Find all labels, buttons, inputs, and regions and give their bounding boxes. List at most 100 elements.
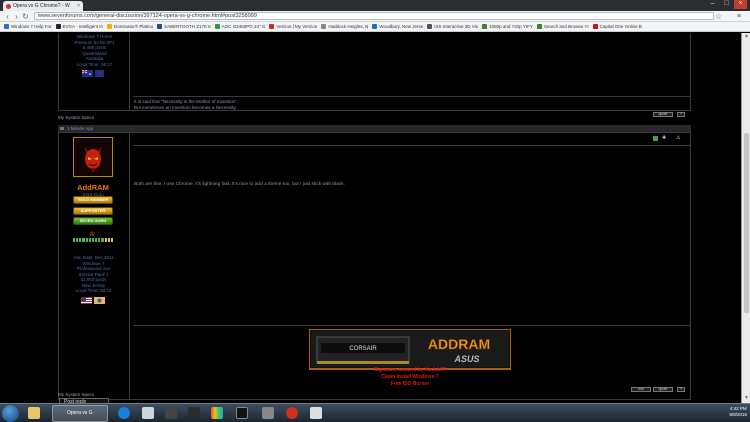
menu-icon[interactable]: ≡: [737, 13, 741, 20]
post-2-specs-link[interactable]: My System Specs: [58, 392, 94, 397]
bookmark-favicon-icon: [214, 24, 220, 29]
report-icon[interactable]: [653, 136, 658, 141]
svg-text:ADDRAM: ADDRAM: [428, 336, 490, 352]
bookmark-item[interactable]: AOC G2460PG 24" G: [214, 24, 265, 29]
bookmark-item[interactable]: Haddock Heights, N: [321, 24, 368, 29]
close-window-icon[interactable]: ×: [734, 0, 747, 9]
user-stat-line: Local Time: 08:17: [76, 61, 113, 67]
bookmark-favicon-icon: [482, 24, 488, 29]
post-1-specs-link[interactable]: My System Specs: [58, 115, 94, 120]
post-2-message: Both are fine, I use Chrome, it's lightn…: [134, 182, 345, 187]
australia-flag-icon: [82, 70, 93, 77]
bookmark-favicon-icon: [4, 24, 9, 29]
back-icon[interactable]: ‹: [3, 12, 12, 21]
tab-title: Opera vs G Chrome? - W: [13, 3, 70, 9]
bookmark-item[interactable]: Woodbury, New Jerse: [372, 24, 423, 29]
post-2-multiquote-button[interactable]: +: [677, 387, 685, 392]
scrollbar-thumb[interactable]: [744, 133, 749, 313]
tools-icon[interactable]: [262, 407, 274, 419]
reload-icon[interactable]: ↻: [21, 12, 30, 21]
bookmark-item[interactable]: Capital One Online B: [592, 24, 642, 29]
bookmark-item[interactable]: ISS Interactive 3D Vie: [427, 24, 478, 29]
user-stat-line: Local Time: 03:42: [75, 288, 112, 293]
signature-banner: CORSAIR ADDRAM ASUS: [309, 329, 511, 370]
sig-link-iso-burner[interactable]: Free ISO Burner: [300, 381, 520, 387]
paint-icon[interactable]: [211, 407, 223, 419]
warning-icon[interactable]: ⚠: [676, 136, 683, 141]
taskbar: Opera vs G Chro... 4:42 PM 6/8/2016: [0, 403, 750, 422]
username[interactable]: AddRAM: [60, 183, 126, 192]
scroll-up-icon[interactable]: ▲: [742, 33, 750, 41]
forum-page: Windows 7 Home Premium 64 bit SP1 5,495 po…: [0, 33, 741, 403]
add-reputation-icon[interactable]: ✚: [662, 136, 670, 141]
browser-tab[interactable]: Opera vs G Chrome? - W ×: [3, 1, 83, 11]
devil-avatar-icon: [84, 146, 102, 173]
post-1-signature: It is said that "Necessity is the Mother…: [134, 99, 239, 110]
post-1-userinfo: Windows 7 Home Premium 64 bit SP1 5,495 po…: [59, 33, 130, 110]
bookmark-item[interactable]: Search and Browse YI: [536, 24, 589, 29]
snipping-tool-icon[interactable]: [142, 407, 154, 419]
svg-text:ASUS: ASUS: [453, 354, 479, 364]
bookmark-item[interactable]: Dominator® Platinu: [107, 24, 153, 29]
close-tab-icon[interactable]: ×: [77, 3, 80, 9]
media-icon[interactable]: [188, 407, 200, 419]
ie-icon[interactable]: [118, 407, 130, 419]
queensland-flag-icon: [95, 70, 104, 77]
post-icon: [60, 127, 64, 130]
forward-icon[interactable]: ›: [12, 12, 21, 21]
calculator-icon[interactable]: [165, 407, 177, 419]
bookmark-item[interactable]: SABERTOOTH Z170 S: [157, 24, 211, 29]
post-2-edit-button[interactable]: edit: [631, 387, 651, 392]
tab-strip: Opera vs G Chrome? - W × – □ ×: [0, 0, 750, 11]
bookmark-favicon-icon: [372, 24, 378, 29]
post-1: Windows 7 Home Premium 64 bit SP1 5,495 po…: [58, 33, 691, 111]
address-bar[interactable]: www.sevenforums.com/general-discussion/3…: [34, 12, 714, 20]
bookmark-favicon-icon: [427, 24, 433, 29]
avatar[interactable]: [73, 137, 113, 177]
post-2-header: 1 Minute Ago: [58, 125, 691, 132]
us-flag-icon: [81, 297, 92, 304]
bookmark-favicon-icon: [269, 24, 275, 29]
post-1-multiquote-button[interactable]: +: [677, 112, 685, 117]
post-1-quote-button[interactable]: quote: [653, 112, 673, 117]
bookmark-item[interactable]: 1080p and 720p YIFY: [482, 24, 533, 29]
post-2-flags: [81, 297, 105, 304]
post-time: 1 Minute Ago: [67, 126, 94, 131]
ram-module-icon: CORSAIR: [316, 336, 410, 364]
award-icon: ♔: [89, 231, 96, 238]
security-icon[interactable]: [286, 407, 298, 419]
bookmark-item[interactable]: EVGA - Intelligent In: [55, 24, 103, 29]
post-1-user-stats: Windows 7 Home Premium 64 bit SP1 5,495 po…: [59, 34, 130, 67]
maximize-icon[interactable]: □: [720, 0, 733, 9]
drive-icon[interactable]: [310, 407, 322, 419]
minimize-icon[interactable]: –: [706, 0, 719, 9]
post-2-quote-button[interactable]: quote: [653, 387, 673, 392]
vertical-scrollbar[interactable]: ▲ ▼: [741, 33, 750, 403]
system-clock[interactable]: 4:42 PM 6/8/2016: [729, 406, 747, 418]
window-controls: – □ ×: [705, 0, 747, 9]
bookmark-favicon-icon: [592, 24, 598, 29]
star-icon[interactable]: ☆: [714, 12, 723, 21]
new-jersey-flag-icon: [94, 297, 105, 304]
bookmark-item[interactable]: Windows 7 Help For: [4, 24, 52, 29]
bookmarks-bar: Windows 7 Help For EVGA - Intelligent In D…: [0, 22, 750, 32]
favicon-icon: [6, 3, 11, 9]
post-1-flags: [82, 70, 104, 77]
reputation-bar: [73, 238, 114, 242]
bookmark-favicon-icon: [536, 24, 542, 29]
post-2-user-stats: Join Date: Dec 2011 Windows 7 Professional…: [58, 255, 129, 294]
supporter-badge: SUPPORTER: [73, 207, 113, 215]
sig-credit: Signature created by Hadsh97: [374, 367, 446, 373]
scroll-down-icon[interactable]: ▼: [742, 395, 750, 403]
seven-guru-badge: SEVEN GURU: [73, 217, 113, 225]
start-button[interactable]: [2, 405, 19, 422]
browser-toolbar: ‹ › ↻ www.sevenforums.com/general-discus…: [0, 11, 750, 22]
sig-link-clean-install[interactable]: Clean Install Windows 7: [300, 374, 520, 380]
svg-text:CORSAIR: CORSAIR: [349, 346, 377, 352]
gold-member-badge: GOLD MEMBER: [73, 196, 113, 204]
taskbar-chrome-window[interactable]: Opera vs G Chro...: [52, 405, 108, 422]
explorer-icon[interactable]: [28, 407, 40, 419]
bookmark-item[interactable]: Verizon | My Verizon: [269, 24, 317, 29]
bookmark-favicon-icon: [157, 24, 163, 29]
cmd-icon[interactable]: [236, 407, 248, 419]
